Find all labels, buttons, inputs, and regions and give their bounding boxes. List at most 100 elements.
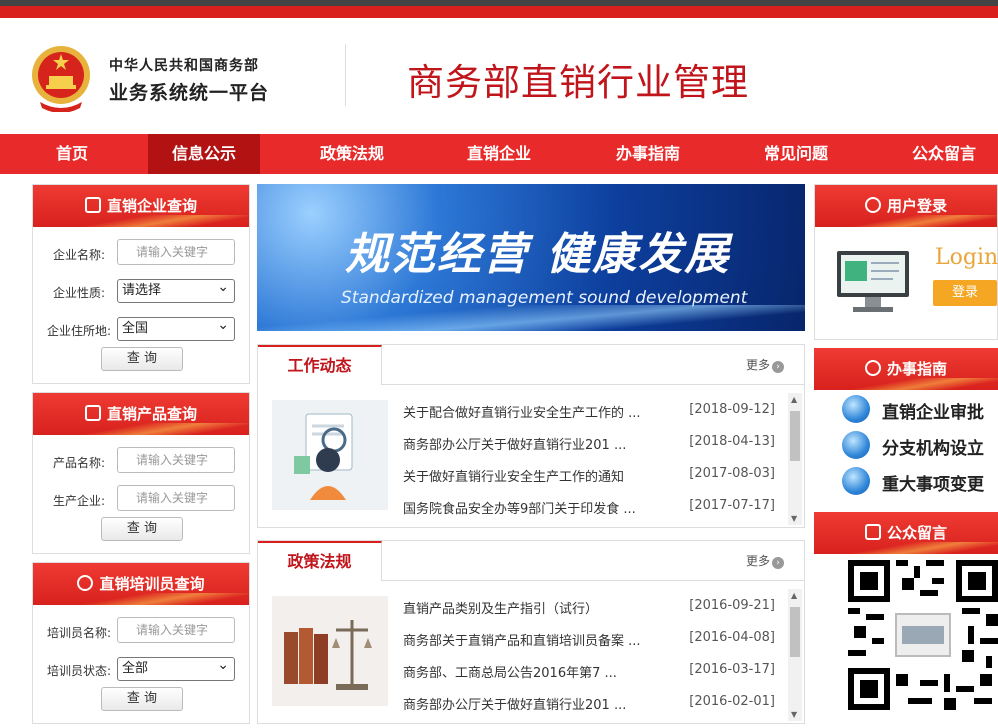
scroll-thumb[interactable] [790,411,800,461]
guide-item-branch[interactable]: 分支机构设立 [814,430,994,462]
scroll-thumb[interactable] [790,607,800,657]
company-name-input[interactable]: 请输入关键字 [117,239,235,265]
org-name-line1: 中华人民共和国商务部 [109,58,259,74]
news-date: [2016-04-08] [689,630,775,645]
document-search-icon [84,405,101,421]
scroll-up-icon[interactable]: ▲ [791,591,797,600]
news-title[interactable]: 关于配合做好直销行业安全生产工作的 ... [403,402,641,421]
work-news-item[interactable]: 关于做好直销行业安全生产工作的通知 [2017-08-03] [403,466,775,486]
user-icon [864,197,881,213]
product-maker-row: 生产企业: 请输入关键字 [33,485,251,513]
nav-message[interactable]: 公众留言 [892,134,996,174]
trainer-status-label: 培训员状态: [46,664,111,678]
product-query-button[interactable]: 查 询 [101,517,183,541]
work-news-tab[interactable]: 工作动态 [258,345,382,385]
trainer-query-button[interactable]: 查 询 [101,687,183,711]
login-title: 用户登录 [886,197,947,215]
guide-label[interactable]: 直销企业审批 [882,398,984,423]
product-maker-input[interactable]: 请输入关键字 [117,485,235,511]
chevron-right-icon: › [772,557,784,569]
message-panel: 公众留言 [814,512,998,724]
company-name-row: 企业名称: 请输入关键字 [33,239,251,267]
product-name-label: 产品名称: [52,456,105,470]
top-red-strip [0,6,998,18]
work-news-scrollbar[interactable]: ▲ ▼ [788,393,802,525]
policy-tab[interactable]: 政策法规 [258,541,382,581]
hero-banner[interactable]: 规范经营 健康发展 Standardized management sound … [257,184,805,331]
news-date: [2016-09-21] [689,598,775,613]
trainer-status-row: 培训员状态: 全部 [33,654,251,683]
scroll-down-icon[interactable]: ▼ [791,710,797,719]
trainer-name-row: 培训员名称: 请输入关键字 [33,617,251,645]
site-header: 中华人民共和国商务部 业务系统统一平台 商务部直销行业管理 [0,18,998,134]
news-title[interactable]: 商务部、工商总局公告2016年第7 ... [403,662,617,681]
news-title[interactable]: 关于做好直销行业安全生产工作的通知 [403,466,624,485]
company-location-select[interactable]: 全国 [117,314,235,341]
scroll-down-icon[interactable]: ▼ [791,514,797,523]
message-title: 公众留言 [886,524,947,542]
banner-wave [257,305,805,331]
user-search-icon [77,575,94,591]
nav-faq[interactable]: 常见问题 [744,134,848,174]
company-query-header: 直销企业查询 [33,185,249,227]
work-news-item[interactable]: 国务院食品安全办等9部门关于印发食 ... [2017-07-17] [403,498,775,518]
news-date: [2016-03-17] [689,662,775,677]
product-maker-label: 生产企业: [52,494,105,508]
company-query-title: 直销企业查询 [106,197,197,215]
guide-item-approval[interactable]: 直销企业审批 [814,394,994,426]
news-title[interactable]: 商务部办公厅关于做好直销行业201 ... [403,694,626,713]
compass-icon [864,360,881,376]
login-button[interactable]: 登录 [933,280,997,306]
work-news-header: 工作动态 更多 › [258,345,804,385]
nav-guide[interactable]: 办事指南 [596,134,700,174]
work-news-item[interactable]: 商务部办公厅关于做好直销行业201 ... [2018-04-13] [403,434,775,454]
scroll-up-icon[interactable]: ▲ [791,395,797,404]
work-news-item[interactable]: 关于配合做好直销行业安全生产工作的 ... [2018-09-12] [403,402,775,422]
policy-header: 政策法规 更多 › [258,541,804,581]
guide-item-change[interactable]: 重大事项变更 [814,466,994,498]
work-news-more-link[interactable]: 更多 › [746,356,784,373]
news-title[interactable]: 直销产品类别及生产指引（试行） [403,598,598,617]
trainer-name-label: 培训员名称: [46,626,111,640]
guide-header: 办事指南 [814,348,998,390]
chevron-right-icon: › [772,361,784,373]
header-divider [345,44,346,106]
policy-more-link[interactable]: 更多 › [746,552,784,569]
company-location-label: 企业住所地: [46,324,111,338]
policy-item[interactable]: 直销产品类别及生产指引（试行） [2016-09-21] [403,598,775,618]
org-name-line2: 业务系统统一平台 [109,82,270,104]
policy-item[interactable]: 商务部、工商总局公告2016年第7 ... [2016-03-17] [403,662,775,682]
product-query-panel: 直销产品查询 产品名称: 请输入关键字 生产企业: 请输入关键字 查 询 [32,392,250,554]
policy-scrollbar[interactable]: ▲ ▼ [788,589,802,721]
news-title[interactable]: 国务院食品安全办等9部门关于印发食 ... [403,498,636,517]
trainer-name-input[interactable]: 请输入关键字 [117,617,235,643]
news-title[interactable]: 商务部办公厅关于做好直销行业201 ... [403,434,626,453]
news-date: [2016-02-01] [689,694,775,709]
company-type-select[interactable]: 请选择 [117,276,235,303]
guide-panel: 办事指南 直销企业审批 分支机构设立 重大事项变更 [814,348,998,502]
message-header: 公众留言 [814,512,998,554]
company-location-row: 企业住所地: 全国 [33,314,251,343]
home-search-icon [84,197,101,213]
news-title[interactable]: 商务部关于直销产品和直销培训员备案 ... [403,630,641,649]
policy-item[interactable]: 商务部关于直销产品和直销培训员备案 ... [2016-04-08] [403,630,775,650]
login-word: Login [935,245,998,270]
main-nav: 首页 信息公示 政策法规 直销企业 办事指南 常见问题 公众留言 [0,134,998,174]
nav-companies[interactable]: 直销企业 [447,134,551,174]
guide-label[interactable]: 分支机构设立 [882,434,984,459]
nav-home[interactable]: 首页 [20,134,124,174]
product-name-input[interactable]: 请输入关键字 [117,447,235,473]
company-type-label: 企业性质: [52,286,105,300]
policy-item[interactable]: 商务部办公厅关于做好直销行业201 ... [2016-02-01] [403,694,775,714]
nav-policy[interactable]: 政策法规 [300,134,404,174]
qr-code-image [848,560,998,710]
product-query-header: 直销产品查询 [33,393,249,435]
company-query-button[interactable]: 查 询 [101,347,183,371]
company-type-row: 企业性质: 请选择 [33,276,251,305]
nav-info-disclosure[interactable]: 信息公示 [148,134,260,174]
trainer-status-select[interactable]: 全部 [117,654,235,681]
policy-more-label: 更多 [745,554,770,568]
trainer-query-panel: 直销培训员查询 培训员名称: 请输入关键字 培训员状态: 全部 查 询 [32,562,250,724]
guide-label[interactable]: 重大事项变更 [882,470,984,495]
news-date: [2017-08-03] [689,466,775,481]
